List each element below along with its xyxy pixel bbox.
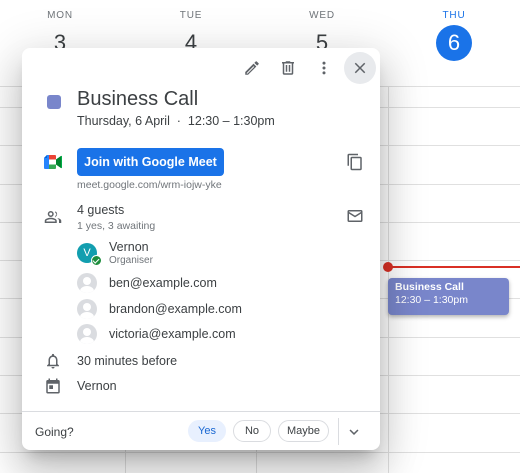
close-icon bbox=[354, 62, 366, 74]
avatar: V bbox=[77, 243, 102, 266]
day-name: TUE bbox=[179, 10, 203, 21]
guest-name: Vernon bbox=[109, 240, 149, 254]
day-name: MON bbox=[47, 10, 73, 21]
trash-icon bbox=[282, 61, 294, 75]
email-guests-button[interactable] bbox=[346, 207, 364, 225]
current-time-line bbox=[388, 266, 520, 268]
popup-toolbar bbox=[236, 52, 376, 84]
event-title: Business Call bbox=[77, 88, 199, 110]
day-name: WED bbox=[309, 10, 335, 21]
event-datetime: Thursday, 6 April · 12:30 – 1:30pm bbox=[77, 114, 275, 128]
guests-rsvp-summary: 1 yes, 3 awaiting bbox=[77, 220, 156, 232]
current-time-dot bbox=[383, 262, 393, 272]
day-name: THU bbox=[442, 10, 466, 21]
bell-icon bbox=[44, 352, 62, 370]
avatar-initial: V bbox=[83, 247, 91, 259]
chevron-down-icon bbox=[349, 429, 359, 435]
meet-url[interactable]: meet.google.com/wrm-iojw-yke bbox=[77, 179, 222, 191]
more-vert-icon bbox=[322, 61, 326, 75]
guest-email: ben@example.com bbox=[109, 276, 217, 290]
rsvp-options-button[interactable] bbox=[344, 422, 364, 442]
guest-email: brandon@example.com bbox=[109, 302, 242, 316]
day-number[interactable]: 6 bbox=[436, 25, 472, 61]
guest-role: Organiser bbox=[109, 255, 153, 266]
event-chip-title: Business Call bbox=[395, 281, 464, 293]
calendar-owner: Vernon bbox=[77, 379, 117, 393]
avatar bbox=[77, 273, 97, 293]
guest-row[interactable]: V Vernon Organiser bbox=[77, 240, 153, 266]
rsvp-footer: Going? Yes No Maybe bbox=[22, 411, 380, 450]
join-google-meet-button[interactable]: Join with Google Meet bbox=[77, 148, 224, 176]
guest-row[interactable]: victoria@example.com bbox=[77, 322, 236, 346]
copy-icon bbox=[347, 153, 362, 171]
mail-icon bbox=[347, 210, 363, 222]
calendar-icon bbox=[44, 377, 62, 395]
rsvp-yes-button[interactable]: Yes bbox=[188, 420, 226, 442]
rsvp-maybe-button[interactable]: Maybe bbox=[278, 420, 329, 442]
more-options-button[interactable] bbox=[308, 52, 340, 84]
guests-count: 4 guests bbox=[77, 203, 125, 217]
reminder-text: 30 minutes before bbox=[77, 354, 178, 368]
delete-event-button[interactable] bbox=[272, 52, 304, 84]
copy-link-button[interactable] bbox=[346, 153, 364, 171]
event-chip-time: 12:30 – 1:30pm bbox=[395, 294, 468, 306]
event-details-popup: Business Call Thursday, 6 April · 12:30 … bbox=[22, 48, 380, 450]
close-popup-button[interactable] bbox=[344, 52, 376, 84]
day-header-thu-today[interactable]: THU 6 bbox=[389, 10, 519, 61]
going-prompt: Going? bbox=[35, 425, 74, 439]
guest-row[interactable]: ben@example.com bbox=[77, 271, 217, 295]
event-color-swatch bbox=[47, 95, 61, 109]
google-meet-icon bbox=[44, 155, 62, 169]
event-chip-business-call[interactable]: Business Call 12:30 – 1:30pm bbox=[388, 278, 509, 315]
grid-line bbox=[0, 452, 520, 453]
pencil-icon bbox=[245, 61, 259, 75]
edit-event-button[interactable] bbox=[236, 52, 268, 84]
rsvp-no-button[interactable]: No bbox=[233, 420, 271, 442]
avatar bbox=[77, 324, 97, 344]
divider bbox=[338, 418, 339, 445]
guest-email: victoria@example.com bbox=[109, 327, 236, 341]
guest-row[interactable]: brandon@example.com bbox=[77, 297, 242, 321]
people-icon bbox=[44, 208, 62, 226]
avatar bbox=[77, 299, 97, 319]
accepted-check-icon bbox=[91, 255, 102, 266]
